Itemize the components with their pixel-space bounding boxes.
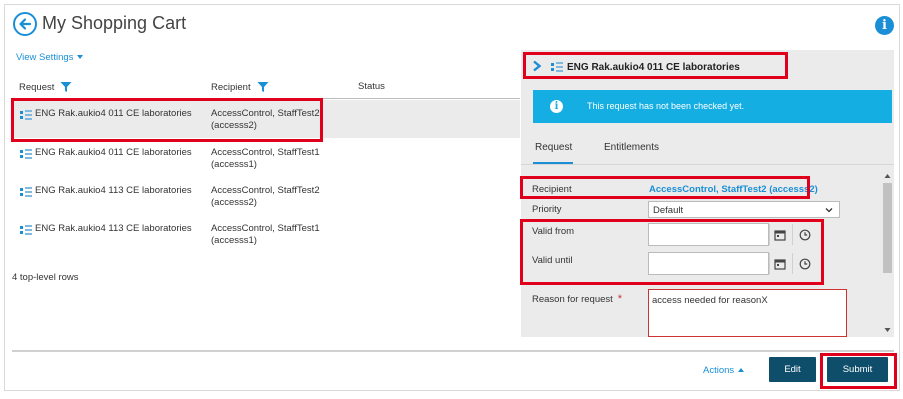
recipient-name: AccessControl, StaffTest2 <box>211 108 320 119</box>
divider <box>769 253 770 274</box>
view-settings-label: View Settings <box>16 52 74 63</box>
actions-label: Actions <box>703 365 735 376</box>
divider <box>792 224 793 245</box>
tab-divider <box>521 164 894 165</box>
divider <box>792 253 793 274</box>
request-cell: ENG Rak.aukio4 011 CE laboratories <box>35 147 192 158</box>
recipient-value-link[interactable]: AccessControl, StaffTest2 (accesss2) <box>649 184 818 195</box>
priority-label: Priority <box>532 204 562 215</box>
tab-request[interactable]: Request <box>535 142 572 153</box>
request-cell: ENG Rak.aukio4 011 CE laboratories <box>35 108 192 119</box>
clock-icon[interactable] <box>799 229 811 241</box>
recipient-cell: AccessControl, StaffTest2 (accesss2) <box>211 185 320 209</box>
resource-icon <box>551 62 563 72</box>
scroll-up-icon[interactable] <box>884 173 891 179</box>
info-icon: i <box>550 100 563 113</box>
request-detail-panel: ENG Rak.aukio4 011 CE laboratories i Thi… <box>521 50 894 337</box>
table-row[interactable]: ENG Rak.aukio4 011 CE laboratories Acces… <box>12 100 520 138</box>
table-row[interactable]: ENG Rak.aukio4 113 CE laboratories Acces… <box>12 215 520 253</box>
valid-until-label: Valid until <box>532 255 573 266</box>
filter-icon[interactable] <box>257 81 269 93</box>
valid-until-input[interactable] <box>648 252 769 275</box>
page-title: My Shopping Cart <box>42 13 187 33</box>
footer-divider <box>12 350 894 352</box>
reason-label: Reason for request * <box>532 293 622 305</box>
back-arrow-icon <box>19 18 32 30</box>
recipient-cell: AccessControl, StaffTest2 (accesss2) <box>211 108 320 132</box>
recipient-cell: AccessControl, StaffTest1 (accesss1) <box>211 223 320 247</box>
info-icon[interactable]: i <box>875 16 894 35</box>
detail-title: ENG Rak.aukio4 011 CE laboratories <box>567 62 740 73</box>
resource-icon <box>20 110 32 120</box>
column-header-label: Recipient <box>211 81 251 93</box>
caret-down-icon <box>77 55 84 60</box>
recipient-account: (accesss2) <box>211 197 257 208</box>
recipient-cell: AccessControl, StaffTest1 (accesss1) <box>211 147 320 171</box>
scroll-thumb[interactable] <box>883 183 892 273</box>
recipient-name: AccessControl, StaffTest1 <box>211 223 320 234</box>
recipient-account: (accesss1) <box>211 159 257 170</box>
filter-icon[interactable] <box>60 81 72 93</box>
actions-dropdown[interactable]: Actions <box>703 365 745 376</box>
edit-button[interactable]: Edit <box>769 357 816 382</box>
status-alert: i This request has not been checked yet. <box>533 90 892 123</box>
table-row[interactable]: ENG Rak.aukio4 113 CE laboratories Acces… <box>12 177 520 215</box>
divider <box>769 224 770 245</box>
table-row[interactable]: ENG Rak.aukio4 011 CE laboratories Acces… <box>12 139 520 177</box>
valid-from-label: Valid from <box>532 226 575 237</box>
column-header-status[interactable]: Status <box>358 81 385 92</box>
calendar-icon[interactable] <box>774 229 786 241</box>
priority-selected-value: Default <box>653 205 684 216</box>
resource-icon <box>20 225 32 235</box>
recipient-name: AccessControl, StaffTest1 <box>211 147 320 158</box>
tab-entitlements[interactable]: Entitlements <box>604 142 659 153</box>
reason-label-text: Reason for request <box>532 294 613 305</box>
alert-text: This request has not been checked yet. <box>587 101 745 111</box>
recipient-account: (accesss1) <box>211 235 257 246</box>
chevron-right-icon[interactable] <box>531 60 543 72</box>
request-cell: ENG Rak.aukio4 113 CE laboratories <box>35 185 192 196</box>
column-header-recipient[interactable]: Recipient <box>211 81 269 93</box>
chevron-down-icon <box>825 208 833 213</box>
column-header-request[interactable]: Request <box>19 81 72 93</box>
scroll-down-icon[interactable] <box>884 327 891 333</box>
view-settings-dropdown[interactable]: View Settings <box>16 52 84 63</box>
recipient-name: AccessControl, StaffTest2 <box>211 185 320 196</box>
table-header-divider <box>12 98 520 99</box>
clock-icon[interactable] <box>799 258 811 270</box>
valid-from-input[interactable] <box>648 223 769 246</box>
row-count-label: 4 top-level rows <box>12 272 79 283</box>
required-mark: * <box>617 293 623 305</box>
reason-textarea[interactable]: access needed for reasonX <box>648 289 847 337</box>
submit-button[interactable]: Submit <box>827 357 888 382</box>
back-button[interactable] <box>13 12 37 36</box>
resource-icon <box>20 149 32 159</box>
column-header-label: Status <box>358 81 385 92</box>
caret-up-icon <box>738 368 745 373</box>
priority-select[interactable]: Default <box>648 201 840 218</box>
recipient-label: Recipient <box>532 184 572 195</box>
recipient-account: (accesss2) <box>211 120 257 131</box>
resource-icon <box>20 187 32 197</box>
calendar-icon[interactable] <box>774 258 786 270</box>
request-cell: ENG Rak.aukio4 113 CE laboratories <box>35 223 192 234</box>
column-header-label: Request <box>19 81 55 93</box>
scrollbar[interactable] <box>881 172 894 337</box>
